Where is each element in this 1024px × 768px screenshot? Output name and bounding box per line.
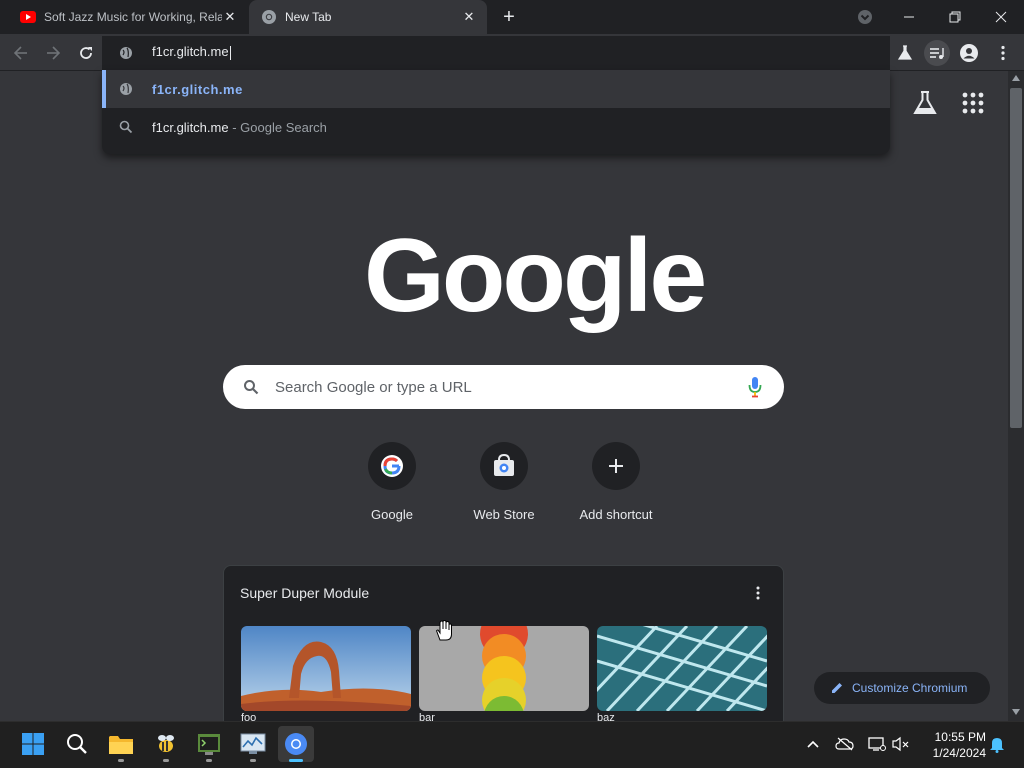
shortcut-add[interactable]: Add shortcut: [560, 442, 672, 532]
chromium-icon: [285, 733, 307, 755]
tab-search-button[interactable]: [854, 8, 876, 26]
plus-icon: [609, 459, 623, 473]
scrollbar-thumb[interactable]: [1010, 88, 1022, 428]
bee-icon: [158, 735, 174, 752]
suggestion-query: f1cr.glitch.me: [152, 120, 229, 135]
network-icon[interactable]: [866, 734, 888, 754]
shortcut-label: Google: [371, 507, 413, 522]
running-indicator: [250, 759, 256, 762]
active-indicator: [289, 759, 303, 762]
monitor-app-button[interactable]: [235, 726, 271, 762]
notification-bell-icon[interactable]: [986, 734, 1008, 754]
tab-youtube[interactable]: Soft Jazz Music for Working, Relax ✕: [8, 0, 248, 34]
terminal-app-button[interactable]: [191, 726, 227, 762]
web-store-icon: [494, 454, 514, 476]
youtube-icon: [20, 9, 36, 25]
start-button[interactable]: [15, 726, 51, 762]
module-menu-icon[interactable]: [750, 584, 766, 602]
module-item-arch-image[interactable]: [241, 626, 411, 711]
forward-button[interactable]: [40, 40, 66, 66]
customize-label: Customize Chromium: [852, 681, 968, 695]
chromium-icon: [261, 9, 277, 25]
tab-title: New Tab: [285, 10, 332, 24]
windows-logo-icon: [22, 733, 44, 755]
search-icon: [119, 120, 133, 134]
volume-muted-icon[interactable]: [890, 734, 912, 754]
pencil-icon: [830, 681, 844, 695]
scroll-down-icon[interactable]: [1011, 708, 1021, 716]
module-title: Super Duper Module: [240, 585, 370, 601]
ntp-search-placeholder[interactable]: Search Google or type a URL: [275, 379, 472, 396]
search-icon: [67, 734, 87, 754]
suggestion-text: f1cr.glitch.me: [152, 82, 243, 97]
suggestion-text: f1cr.glitch.me - Google Search: [152, 120, 327, 135]
module-item-label: bar: [419, 712, 435, 721]
address-input-value: f1cr.glitch.me: [152, 44, 229, 59]
module-item-label: foo: [241, 712, 257, 721]
shortcut-google[interactable]: Google: [336, 442, 448, 532]
search-icon: [243, 379, 259, 395]
running-indicator: [118, 759, 124, 762]
new-tab-button[interactable]: +: [498, 6, 520, 28]
reload-button[interactable]: [73, 40, 99, 66]
shortcut-tile: [592, 442, 640, 490]
menu-kebab-icon[interactable]: [990, 40, 1016, 66]
close-tab-icon[interactable]: ✕: [461, 9, 477, 25]
close-tab-icon[interactable]: ✕: [222, 9, 238, 25]
google-apps-icon[interactable]: [962, 92, 984, 114]
activity-monitor-icon: [240, 733, 266, 754]
terminal-icon: [198, 734, 220, 755]
shortcut-tile: [480, 442, 528, 490]
taskbar-search-button[interactable]: [59, 726, 95, 762]
clock-date: 1/24/2024: [932, 746, 986, 760]
media-controls-icon[interactable]: [924, 40, 950, 66]
chromium-taskbar-button[interactable]: [278, 726, 314, 762]
suggestion-suffix: - Google Search: [232, 120, 327, 135]
address-input[interactable]: f1cr.glitch.me: [152, 44, 231, 60]
tab-new-tab[interactable]: New Tab ✕: [249, 0, 487, 34]
folder-icon: [109, 736, 133, 754]
module-item-building-image[interactable]: [597, 626, 767, 711]
shortcut-label: Add shortcut: [579, 507, 653, 522]
text-caret: [229, 45, 231, 60]
minimize-button[interactable]: [886, 0, 932, 34]
labs-icon[interactable]: [892, 40, 918, 66]
scroll-up-icon[interactable]: [1011, 74, 1021, 82]
module-item-label: baz: [597, 712, 615, 721]
back-button[interactable]: [8, 40, 34, 66]
google-logo: Google: [364, 218, 707, 334]
customize-chromium-button[interactable]: Customize Chromium: [814, 672, 990, 704]
running-indicator: [163, 759, 169, 762]
system-clock[interactable]: 10:55 PM 1/24/2024: [916, 729, 986, 761]
running-indicator: [206, 759, 212, 762]
shortcut-tile: [368, 442, 416, 490]
google-g-icon: [381, 455, 403, 477]
tab-title: Soft Jazz Music for Working, Relax: [44, 10, 222, 24]
shortcut-web-store[interactable]: Web Store: [448, 442, 560, 532]
globe-icon: [118, 81, 134, 97]
restore-button[interactable]: [932, 0, 978, 34]
ntp-labs-icon[interactable]: [912, 90, 938, 116]
voice-search-icon[interactable]: [748, 376, 762, 398]
close-window-button[interactable]: [978, 0, 1024, 34]
hand-cursor-icon: [434, 620, 454, 642]
cloud-offline-icon[interactable]: [834, 734, 856, 754]
selected-indicator: [102, 70, 106, 108]
shortcut-label: Web Store: [473, 507, 535, 522]
show-hidden-icons-chevron-icon[interactable]: [802, 734, 824, 754]
bee-app-button[interactable]: [148, 726, 184, 762]
clock-time: 10:55 PM: [934, 730, 986, 744]
globe-icon: [118, 45, 134, 61]
file-explorer-button[interactable]: [103, 726, 139, 762]
profile-icon[interactable]: [956, 40, 982, 66]
